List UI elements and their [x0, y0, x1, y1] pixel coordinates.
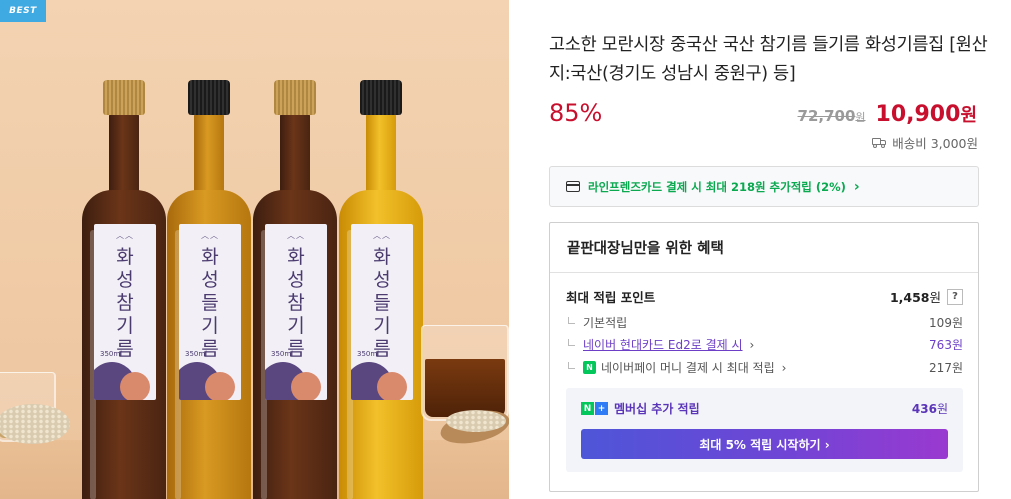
bottle-label-name: 화 성 참 기 름	[116, 246, 134, 360]
bottle-label: ︿︿ 화 성 참 기 름 350ml	[265, 224, 327, 400]
shipping-fee-text: 배송비 3,000원	[892, 136, 978, 151]
bottle-label-name: 화 성 들 기 름	[201, 246, 219, 360]
shipping-fee: 배송비 3,000원	[872, 133, 978, 152]
bottle-label: ︿︿ 화 성 들 기 름 350ml	[351, 224, 413, 400]
npay-points-amount: 217원	[929, 361, 963, 375]
product-info-panel: 고소한 모란시장 중국산 국산 참기름 들기름 화성기름집 [원산지:국산(경기…	[509, 0, 1011, 499]
sesame-seeds-right	[446, 410, 506, 432]
max-points-row: 최대 적립 포인트 1,458원 ?	[566, 287, 963, 306]
best-badge: BEST	[0, 0, 46, 22]
discount-rate: 85%	[549, 99, 603, 127]
bottle-label-name: 화 성 들 기 름	[373, 246, 391, 360]
bottle-label-volume: 350ml	[100, 350, 123, 358]
card-promo-text: 라인프렌즈카드 결제 시 최대 218원 추가적립 (2%)	[588, 179, 846, 194]
naver-pay-icon: N	[583, 361, 596, 374]
membership-box: N + 멤버십 추가 적립 436원 최대 5% 적립 시작하기 ›	[566, 388, 963, 472]
bottle-perilla-oil-1: ︿︿ 화 성 들 기 름 350ml	[167, 80, 251, 499]
chevron-right-icon: ›	[781, 360, 787, 375]
membership-start-button[interactable]: 최대 5% 적립 시작하기 ›	[581, 429, 948, 459]
benefit-box: 끝판대장님만을 위한 혜택 최대 적립 포인트 1,458원 ? 기본적립 10…	[549, 222, 979, 492]
membership-label: 멤버십 추가 적립	[614, 402, 700, 416]
max-points-amount: 1,458원	[889, 290, 941, 305]
bottle-label: ︿︿ 화 성 들 기 름 350ml	[179, 224, 241, 400]
npay-points-label: 네이버페이 머니 결제 시 최대 적립	[601, 361, 775, 375]
bottle-label-volume: 350ml	[357, 350, 380, 358]
naver-card-points-row: 네이버 현대카드 Ed2로 결제 시 › 763원	[566, 336, 963, 353]
bottle-perilla-oil-2: ︿︿ 화 성 들 기 름 350ml	[339, 80, 423, 499]
basic-points-label: 기본적립	[583, 316, 628, 330]
bottle-label-volume: 350ml	[185, 350, 208, 358]
product-image[interactable]: BEST ︿︿ 화 성 참 기 름 350ml ︿︿ 화 성 들 기 름 350…	[0, 0, 509, 499]
membership-amount: 436원	[911, 402, 948, 416]
bottle-sesame-oil-2: ︿︿ 화 성 참 기 름 350ml	[253, 80, 337, 499]
bottle-sesame-oil-1: ︿︿ 화 성 참 기 름 350ml	[82, 80, 166, 499]
help-icon[interactable]: ?	[947, 288, 963, 305]
basic-points-amount: 109원	[929, 316, 963, 330]
price-group: 72,700원 10,900원	[798, 101, 977, 127]
bottle-cap	[188, 80, 230, 115]
benefit-heading: 끝판대장님만을 위한 혜택	[550, 223, 978, 273]
truck-icon	[872, 137, 887, 148]
bottle-cap	[360, 80, 402, 115]
bottle-label-name: 화 성 참 기 름	[287, 246, 305, 360]
product-detail: BEST ︿︿ 화 성 참 기 름 350ml ︿︿ 화 성 들 기 름 350…	[0, 0, 1011, 499]
sale-price: 10,900원	[875, 102, 977, 127]
bottle-label: ︿︿ 화 성 참 기 름 350ml	[94, 224, 156, 400]
naver-hyundai-card-link[interactable]: 네이버 현대카드 Ed2로 결제 시	[583, 336, 743, 353]
naver-plus-icon: N +	[581, 402, 608, 415]
npay-points-row[interactable]: N 네이버페이 머니 결제 시 최대 적립 › 217원	[566, 359, 963, 376]
max-points-label: 최대 적립 포인트	[566, 290, 656, 305]
original-price: 72,700원	[797, 107, 866, 125]
chevron-right-icon: ›	[749, 337, 755, 352]
sesame-seeds-left	[0, 404, 70, 444]
card-promo-banner[interactable]: 라인프렌즈카드 결제 시 최대 218원 추가적립 (2%) ›	[549, 166, 979, 207]
chevron-right-icon: ›	[853, 178, 860, 195]
basic-points-row: 기본적립 109원	[566, 314, 963, 331]
bottle-cap	[274, 80, 316, 115]
bottle-label-volume: 350ml	[271, 350, 294, 358]
product-title: 고소한 모란시장 중국산 국산 참기름 들기름 화성기름집 [원산지:국산(경기…	[549, 35, 988, 84]
credit-card-icon	[566, 181, 580, 192]
glass-right	[421, 325, 509, 421]
naver-card-points-amount: 763원	[929, 338, 963, 352]
bottle-cap	[103, 80, 145, 115]
